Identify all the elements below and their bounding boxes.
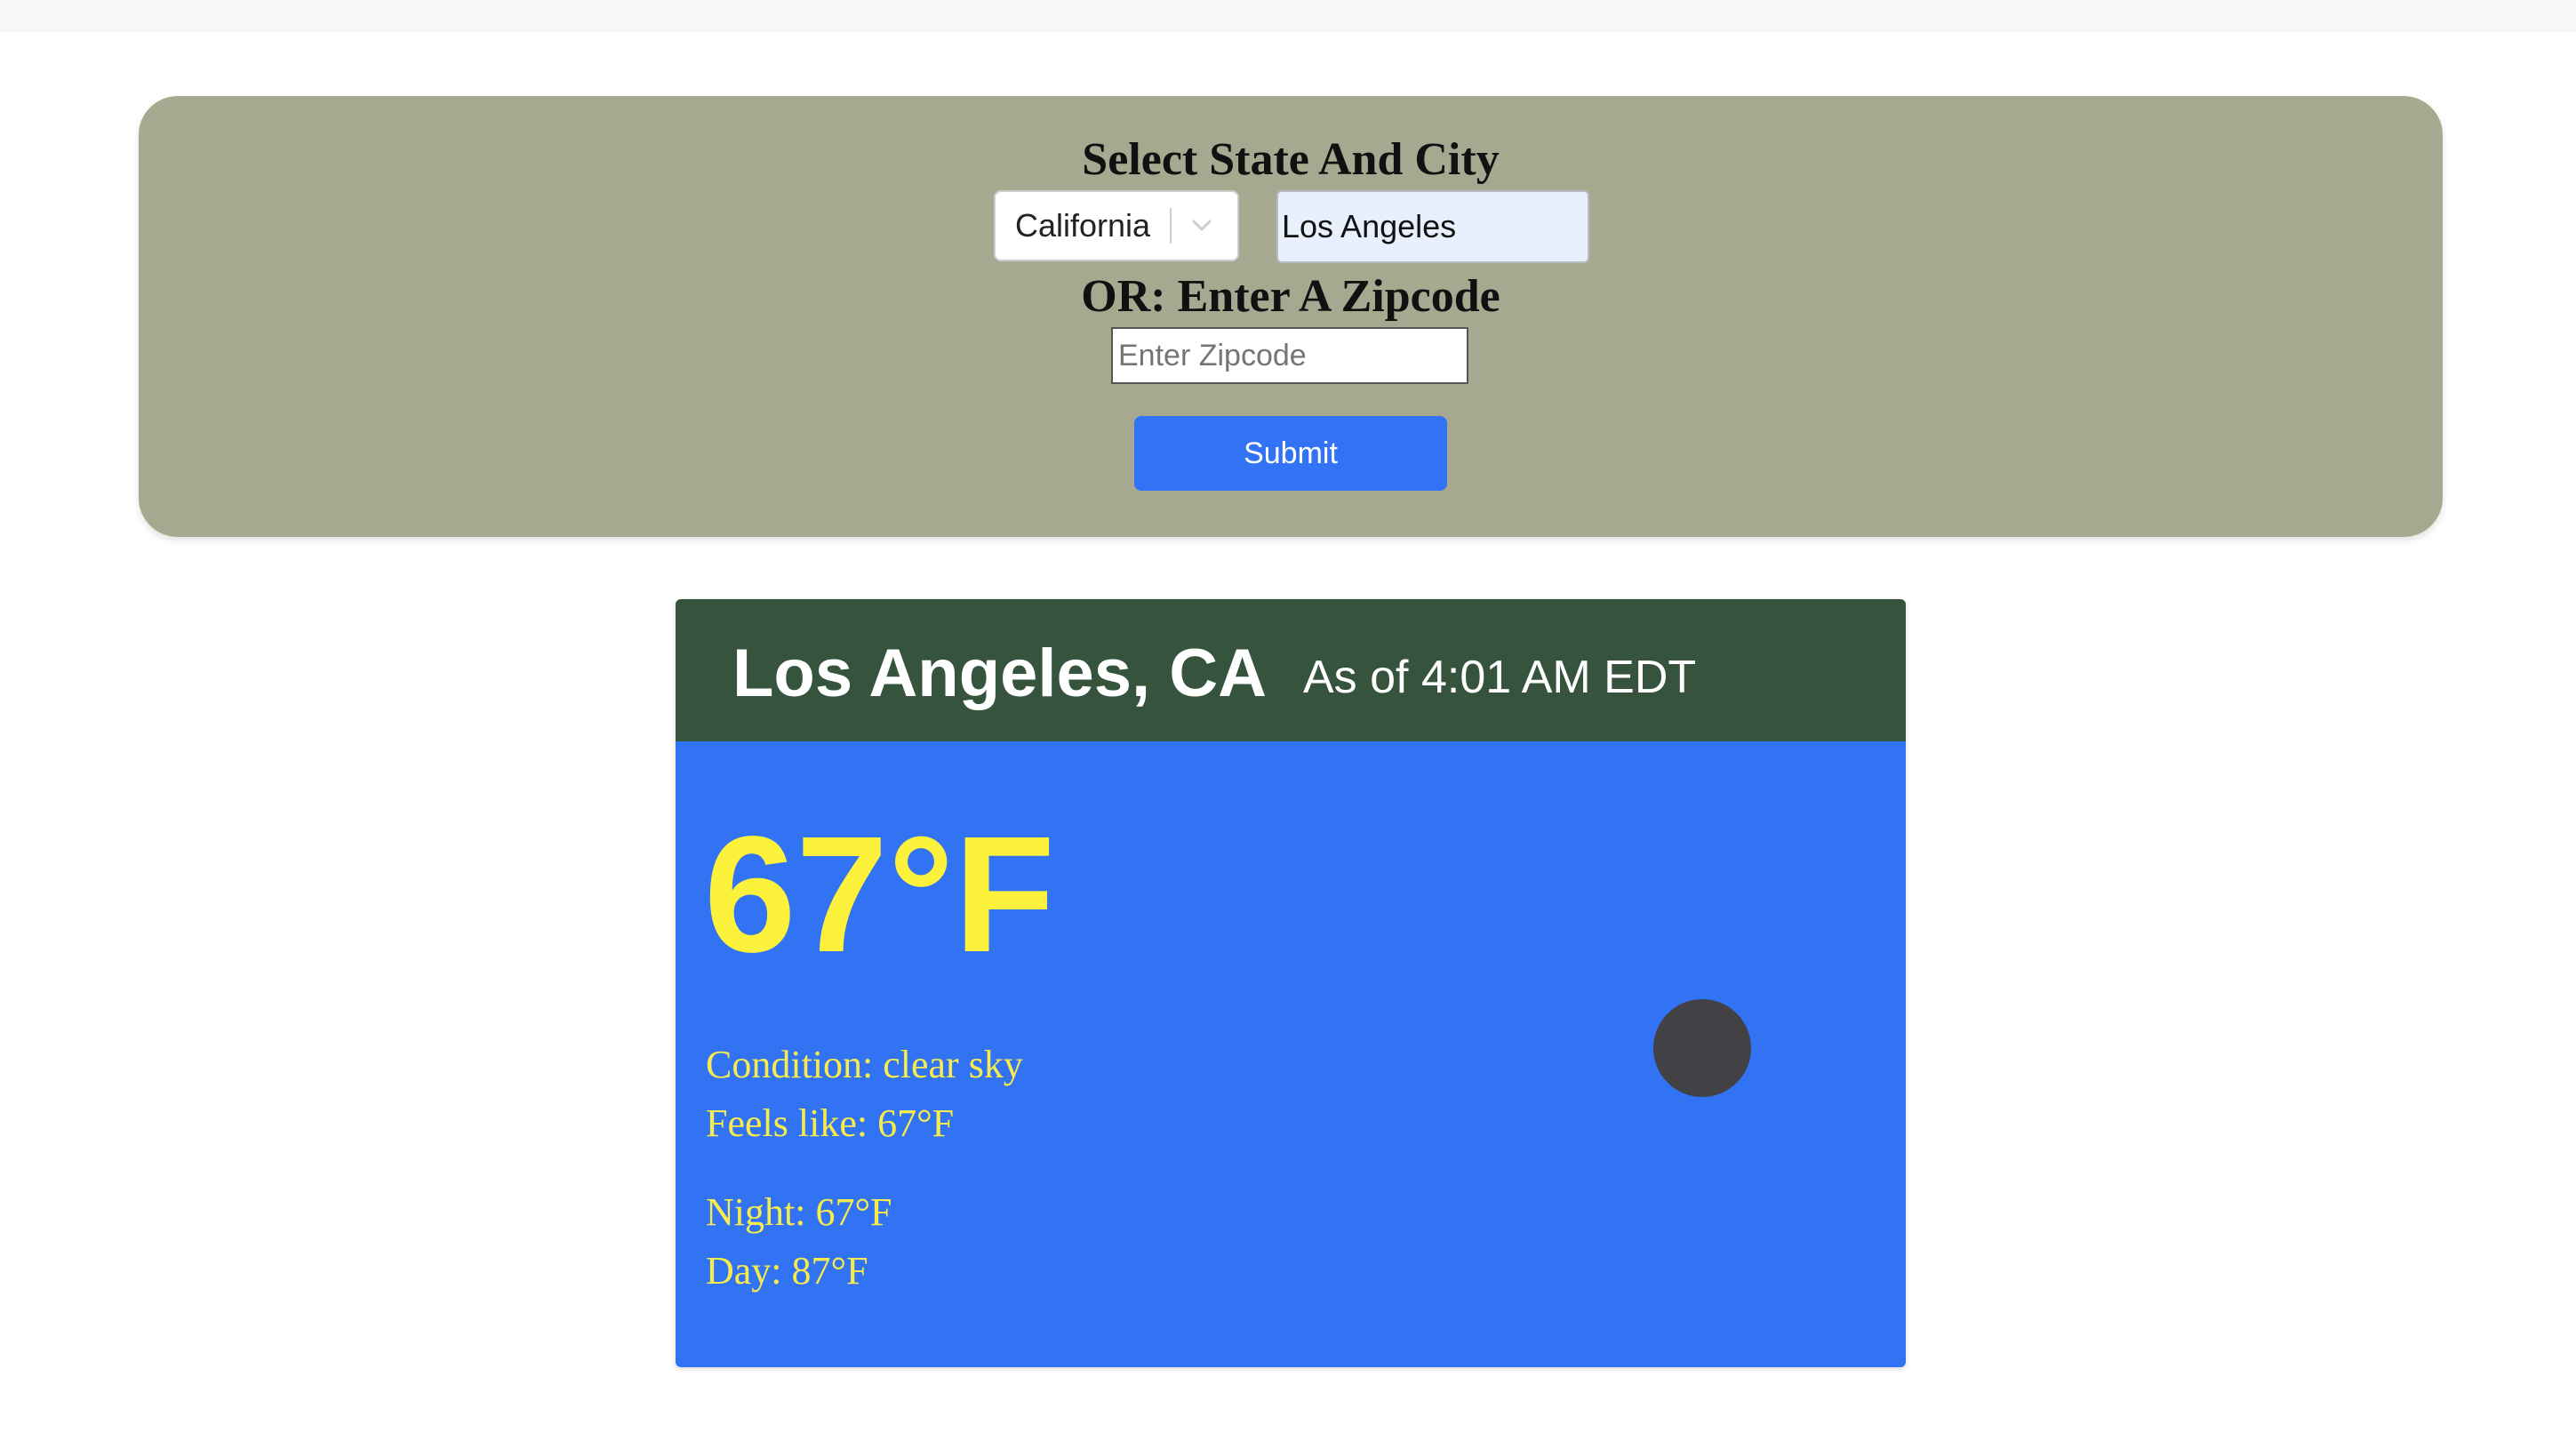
weather-card: Los Angeles, CA As of 4:01 AM EDT 67°F C… — [676, 599, 1906, 1367]
feels-like-text: Feels like: 67°F — [706, 1101, 955, 1145]
search-panel: Select State And City California OR: Ent… — [139, 96, 2443, 537]
state-select[interactable]: California — [994, 190, 1239, 261]
submit-button[interactable]: Submit — [1134, 416, 1447, 491]
zipcode-input[interactable] — [1111, 327, 1468, 384]
updated-time: As of 4:01 AM EDT — [1303, 652, 1697, 703]
night-temperature: Night: 67°F — [706, 1190, 892, 1234]
location-title: Los Angeles, CA — [732, 636, 1268, 711]
weather-card-header: Los Angeles, CA As of 4:01 AM EDT — [676, 599, 1906, 741]
current-temperature: 67°F — [704, 803, 1055, 987]
clear-sky-night-icon — [1653, 999, 1751, 1097]
select-separator — [1170, 208, 1172, 244]
state-select-value: California — [1015, 207, 1151, 244]
city-input[interactable] — [1276, 190, 1589, 263]
select-state-city-heading: Select State And City — [1082, 134, 1500, 185]
chevron-down-icon[interactable] — [1184, 208, 1220, 244]
day-temperature: Day: 87°F — [706, 1249, 868, 1293]
condition-text: Condition: clear sky — [706, 1043, 1023, 1086]
zipcode-heading: OR: Enter A Zipcode — [1081, 271, 1500, 322]
weather-card-body: 67°F Condition: clear sky Feels like: 67… — [676, 741, 1906, 1367]
top-bar — [0, 0, 2576, 32]
